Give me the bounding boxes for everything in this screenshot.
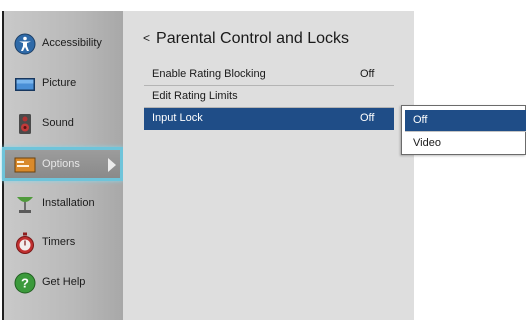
page-title: < Parental Control and Locks	[143, 30, 349, 48]
menu-row-input-lock[interactable]: Input Lock Off	[144, 108, 394, 130]
sidebar-item-accessibility[interactable]: Accessibility	[4, 26, 123, 62]
menu-row-value: Off	[360, 68, 375, 80]
menu-row-label: Enable Rating Blocking	[152, 68, 266, 80]
sidebar-item-installation[interactable]: Installation	[4, 186, 123, 222]
chevron-right-icon	[108, 158, 116, 172]
sidebar-item-get-help[interactable]: ? Get Help	[4, 265, 123, 301]
sidebar-item-options[interactable]: Options	[2, 147, 123, 181]
svg-text:?: ?	[21, 276, 29, 291]
sidebar-item-label: Installation	[42, 197, 95, 209]
speaker-icon	[19, 114, 31, 134]
sidebar-item-label: Picture	[42, 77, 77, 89]
dropdown-option-off[interactable]: Off	[405, 110, 526, 131]
divider	[405, 131, 526, 132]
sidebar-item-picture[interactable]: Picture	[4, 66, 123, 102]
sidebar-item-timers[interactable]: Timers	[4, 225, 123, 261]
back-button[interactable]: <	[143, 31, 150, 45]
dropdown-option-video[interactable]: Video	[405, 133, 526, 154]
menu-row-edit-rating-limits[interactable]: Edit Rating Limits	[144, 86, 394, 108]
sidebar-item-label: Sound	[42, 117, 74, 129]
menu-row-label: Edit Rating Limits	[152, 90, 238, 102]
sidebar-item-label: Timers	[42, 236, 76, 248]
dropdown-option-label: Off	[413, 114, 428, 126]
satellite-dish-icon	[17, 197, 33, 213]
menu-row-label: Input Lock	[152, 112, 203, 124]
menu-row-enable-rating-blocking[interactable]: Enable Rating Blocking Off	[144, 64, 394, 86]
content-panel	[123, 11, 414, 320]
picture-icon	[15, 78, 35, 91]
input-lock-dropdown: Off Video	[401, 105, 526, 155]
sidebar-item-label: Accessibility	[42, 37, 102, 49]
sidebar-menu: Accessibility Picture Sound Options Inst…	[2, 11, 123, 320]
dropdown-option-label: Video	[413, 137, 441, 149]
stopwatch-icon	[16, 232, 34, 254]
help-icon: ?	[14, 272, 36, 294]
sidebar-item-label: Get Help	[42, 276, 86, 288]
page-title-text: Parental Control and Locks	[156, 30, 350, 47]
sidebar-item-sound[interactable]: Sound	[4, 106, 123, 142]
menu-row-value: Off	[360, 112, 375, 124]
options-icon	[14, 157, 36, 173]
sidebar-item-label: Options	[42, 158, 80, 170]
accessibility-icon	[14, 33, 36, 55]
